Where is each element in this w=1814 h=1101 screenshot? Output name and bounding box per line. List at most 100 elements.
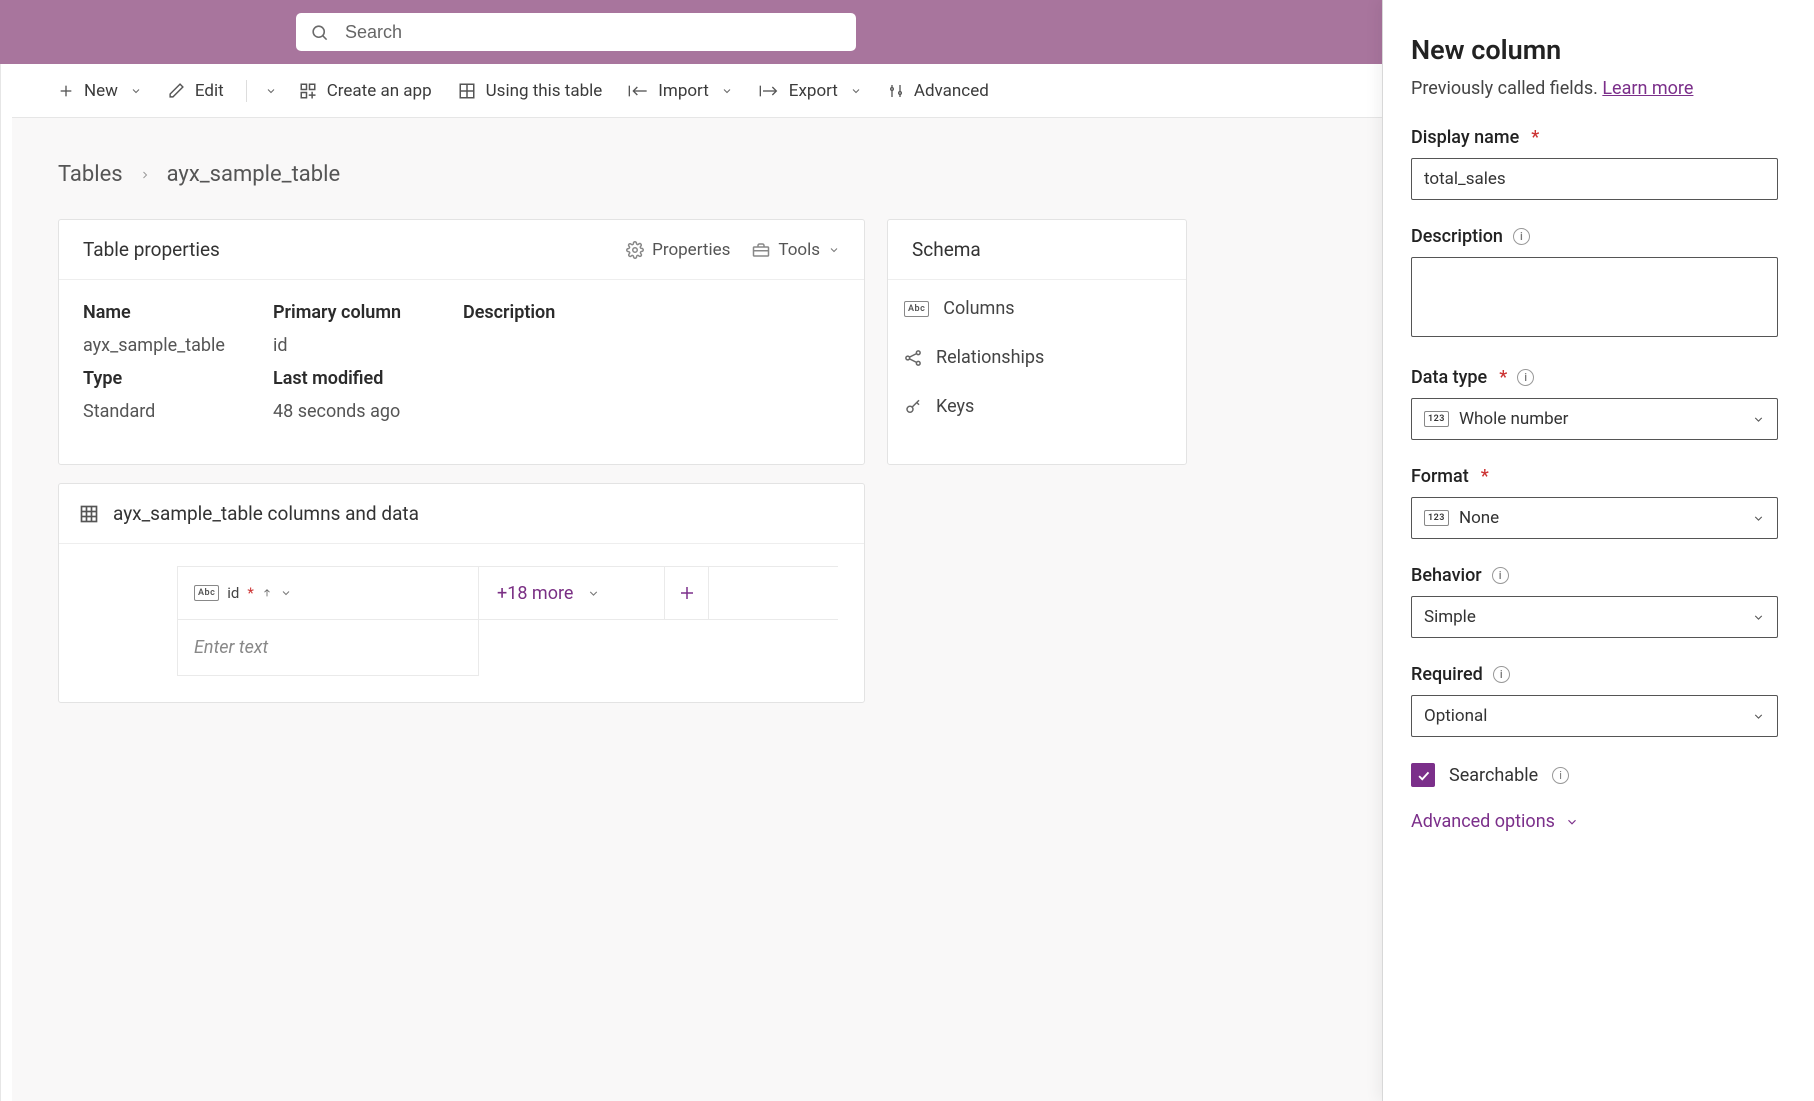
searchable-checkbox[interactable] [1411, 763, 1435, 787]
add-column-button[interactable] [665, 567, 709, 619]
create-an-app-button[interactable]: Create an app [289, 75, 442, 107]
export-button[interactable]: Export [749, 75, 872, 107]
chevron-down-icon [1752, 512, 1765, 525]
schema-item-label: Keys [936, 396, 974, 417]
required-label: Required [1411, 664, 1483, 685]
card-title: Table properties [83, 238, 220, 261]
required-star: * [1499, 367, 1507, 388]
label-description: Description [463, 302, 840, 323]
import-label: Import [658, 81, 709, 101]
table-icon [458, 82, 476, 100]
advanced-button[interactable]: Advanced [878, 75, 999, 107]
columns-data-card: ayx_sample_table columns and data Abc id… [58, 483, 865, 703]
info-icon: i [1513, 228, 1530, 245]
left-strip [0, 0, 12, 1101]
abc-badge-icon: Abc [194, 585, 219, 601]
chevron-down-icon [850, 85, 862, 97]
global-search[interactable] [296, 13, 856, 51]
breadcrumb-current: ayx_sample_table [167, 162, 341, 187]
value-last-modified: 48 seconds ago [273, 401, 463, 422]
label-name: Name [83, 302, 273, 323]
tools-button[interactable]: Tools [752, 240, 840, 260]
chevron-down-icon [587, 587, 600, 600]
sort-up-icon [262, 587, 272, 599]
behavior-select[interactable]: Simple [1411, 596, 1778, 638]
relationship-icon [904, 349, 922, 367]
chevron-down-icon [130, 85, 142, 97]
tools-label: Tools [778, 240, 820, 260]
export-label: Export [789, 81, 838, 101]
separator [246, 80, 247, 102]
column-name: id [227, 584, 239, 602]
info-icon: i [1552, 767, 1569, 784]
more-columns-label: +18 more [497, 583, 573, 604]
chevron-down-icon [1752, 611, 1765, 624]
schema-item-label: Columns [943, 298, 1014, 319]
search-input[interactable] [343, 21, 842, 44]
edit-button[interactable]: Edit [158, 75, 234, 107]
info-icon: i [1517, 369, 1534, 386]
card-title: Schema [912, 238, 981, 261]
advanced-options-label: Advanced options [1411, 811, 1555, 832]
advanced-options-toggle[interactable]: Advanced options [1411, 811, 1778, 832]
schema-item-columns[interactable]: Abc Columns [904, 298, 1170, 319]
row-entry-cell[interactable]: Enter text [177, 620, 479, 676]
new-column-panel: New column Previously called fields. Lea… [1382, 0, 1814, 1101]
info-icon: i [1493, 666, 1510, 683]
required-value: Optional [1424, 706, 1487, 726]
gear-icon [626, 241, 644, 259]
data-type-value: Whole number [1459, 409, 1569, 429]
entry-placeholder: Enter text [194, 637, 268, 658]
import-button[interactable]: Import [618, 75, 743, 107]
advanced-label: Advanced [914, 81, 989, 101]
learn-more-link[interactable]: Learn more [1602, 78, 1693, 99]
info-icon: i [1492, 567, 1509, 584]
label-primary-column: Primary column [273, 302, 463, 323]
value-description [463, 335, 840, 356]
chevron-down-icon[interactable] [259, 79, 283, 103]
column-header-id[interactable]: Abc id * [177, 567, 479, 619]
chevron-down-icon [1752, 413, 1765, 426]
schema-item-keys[interactable]: Keys [904, 396, 1170, 417]
label-type: Type [83, 368, 273, 389]
format-select[interactable]: 123 None [1411, 497, 1778, 539]
pencil-icon [168, 82, 185, 99]
panel-subtitle: Previously called fields. Learn more [1411, 78, 1778, 99]
schema-card: Schema Abc Columns Rela [887, 219, 1187, 465]
import-icon [628, 84, 648, 98]
description-input[interactable] [1411, 257, 1778, 337]
breadcrumb-root[interactable]: Tables [58, 162, 123, 187]
new-button[interactable]: New [48, 75, 152, 107]
new-label: New [84, 81, 118, 101]
display-name-label: Display name [1411, 127, 1519, 148]
display-name-input[interactable] [1411, 158, 1778, 200]
required-select[interactable]: Optional [1411, 695, 1778, 737]
chevron-right-icon [139, 169, 151, 181]
searchable-label: Searchable [1449, 765, 1538, 786]
sliders-icon [888, 82, 904, 100]
value-name: ayx_sample_table [83, 335, 273, 356]
more-columns-cell[interactable]: +18 more [479, 567, 665, 619]
using-this-table-button[interactable]: Using this table [448, 75, 613, 107]
export-icon [759, 84, 779, 98]
value-type: Standard [83, 401, 273, 422]
grid-icon [79, 504, 99, 524]
create-an-app-label: Create an app [327, 81, 432, 101]
number-type-icon: 123 [1424, 411, 1449, 427]
description-label: Description [1411, 226, 1503, 247]
data-type-select[interactable]: 123 Whole number [1411, 398, 1778, 440]
required-star: * [1531, 127, 1539, 148]
panel-title: New column [1411, 34, 1778, 66]
required-star: * [247, 584, 253, 602]
properties-label: Properties [652, 240, 730, 260]
edit-label: Edit [195, 81, 224, 101]
behavior-label: Behavior [1411, 565, 1482, 586]
number-type-icon: 123 [1424, 510, 1449, 526]
properties-button[interactable]: Properties [626, 240, 730, 260]
using-this-table-label: Using this table [486, 81, 603, 101]
behavior-value: Simple [1424, 607, 1476, 627]
chevron-down-icon [1752, 710, 1765, 723]
plus-icon [58, 83, 74, 99]
table-properties-card: Table properties Properties [58, 219, 865, 465]
schema-item-relationships[interactable]: Relationships [904, 347, 1170, 368]
